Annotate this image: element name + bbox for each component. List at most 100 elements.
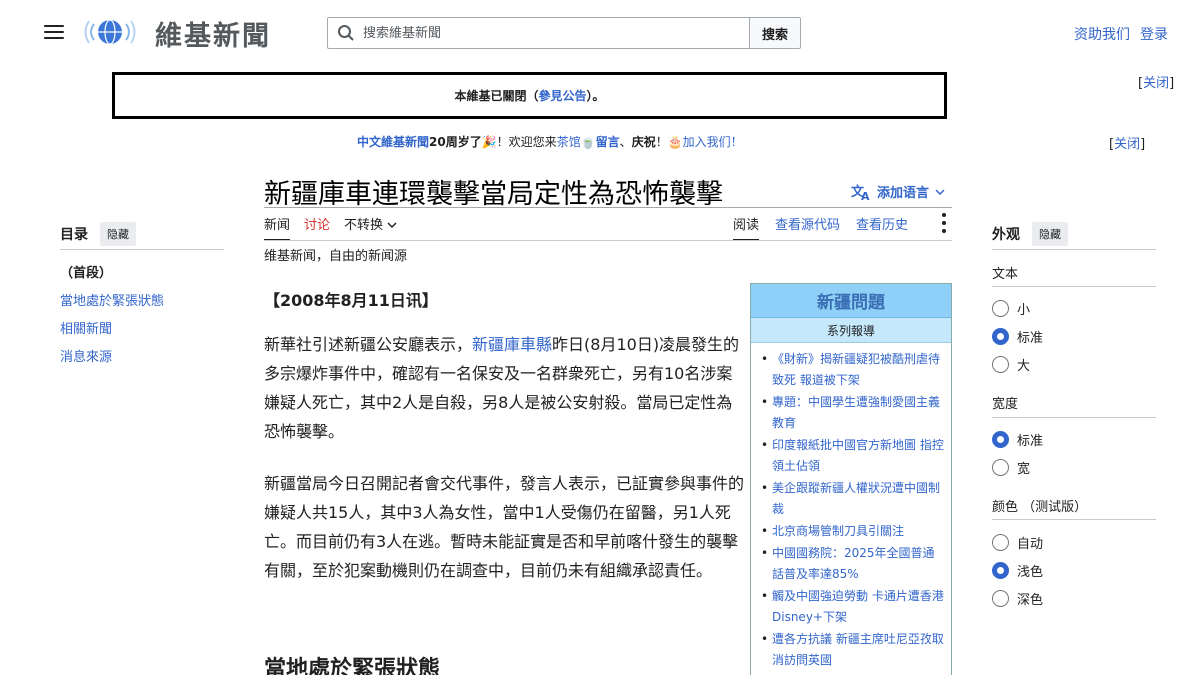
width-divider [992,417,1156,418]
p1-text-a: 新華社引述新疆公安廳表示， [264,335,473,354]
tab-news[interactable]: 新闻 [264,214,291,241]
anniversary-close-link[interactable]: 关闭 [1114,137,1140,152]
radio-icon [992,459,1009,476]
svg-text:A: A [861,190,870,201]
view-tabs: 阅读 查看源代码 查看历史 [733,214,908,241]
radio-icon [992,590,1009,607]
radio-checked-icon [992,431,1009,448]
user-links: 资助我们 登录 [1074,24,1168,44]
more-actions-button[interactable] [940,211,948,237]
text-size-label: 文本 [992,267,1019,282]
infobox-link[interactable]: 遭各方抗議 新疆主席吐尼亞孜取消訪問英國 [772,632,944,667]
hamburger-icon [44,25,64,27]
toc-item-related-news[interactable]: 相關新聞 [60,318,112,337]
anniversary-banner: 中文維基新聞20周岁了🎉！欢迎您来茶馆🍵留言、庆祝！🎂加入我们！ [357,133,743,150]
list-item: 專題：中國學生遭強制愛國主義教育 [759,392,945,434]
chevron-down-icon [387,222,397,229]
page-title: 新疆庫車連環襲擊當局定性為恐怖襲擊 [264,179,723,210]
wikinews-wordmark[interactable]: 維基新聞 [155,14,271,53]
anniv-teahouse-link[interactable]: 茶馆 [557,135,581,149]
add-languages-label: 添加语言 [877,186,930,201]
infobox-link[interactable]: 北京商場管制刀具引關注 [772,524,904,538]
infobox-title[interactable]: 新疆問題 [751,284,951,318]
notice-text-before: 本維基已關閉（ [454,89,539,103]
tab-discussion[interactable]: 讨论 [304,214,330,241]
login-link[interactable]: 登录 [1140,24,1168,44]
anniv-join-link[interactable]: 加入我们！ [683,135,743,149]
toc-divider [60,249,224,250]
search-icon [338,25,354,41]
more-dots-icon [942,213,946,217]
anniv-excl: ！ [655,135,668,149]
tab-view-source[interactable]: 查看源代码 [775,214,840,241]
tabs-divider [264,240,952,241]
wiki-closed-notice: 本維基已關閉（ 參見公告）。 [112,72,947,119]
infobox-list: 《財新》揭新疆疑犯被酷刑虐待致死 報道被下架 專題：中國學生遭強制愛國主義教育 … [751,343,951,671]
list-item: 美企跟蹤新疆人權狀況遭中國制裁 [759,478,945,520]
infobox-title-link[interactable]: 新疆問題 [817,288,885,313]
width-standard-radio[interactable]: 标准 [992,430,1043,449]
infobox-link[interactable]: 美企跟蹤新疆人權狀況遭中國制裁 [772,481,940,516]
infobox-link[interactable]: 觸及中國強迫勞動 卡通片遭香港Disney+下架 [772,589,944,624]
cake-icon: 🎂 [667,135,683,149]
color-label: 颜色 （测试版） [992,500,1088,515]
list-item: 《財新》揭新疆疑犯被酷刑虐待致死 報道被下架 [759,349,945,391]
donate-link[interactable]: 资助我们 [1074,24,1130,44]
radio-label: 大 [1017,359,1031,374]
radio-label: 小 [1017,303,1031,318]
wikinews-logo-icon[interactable] [84,14,136,50]
width-wide-radio[interactable]: 宽 [992,458,1030,477]
appearance-hide-button[interactable]: 隐藏 [1032,222,1068,246]
text-size-small-radio[interactable]: 小 [992,299,1030,318]
radio-icon [992,534,1009,551]
notice-close-link[interactable]: 关闭 [1143,76,1169,91]
radio-checked-icon [992,562,1009,579]
toc-item-sources[interactable]: 消息來源 [60,346,112,365]
search-input[interactable] [363,25,733,41]
infobox-link[interactable]: 《財新》揭新疆疑犯被酷刑虐待致死 報道被下架 [772,352,940,387]
notice-announcement-link[interactable]: 參見公告 [538,87,586,104]
list-item: 北京商場管制刀具引關注 [759,521,945,542]
toc-item-intro[interactable]: （首段） [60,262,112,281]
search-button[interactable]: 搜索 [749,17,801,49]
radio-label: 标准 [1017,434,1044,449]
tab-variant-dropdown[interactable]: 不转换 [344,214,397,241]
infobox-link[interactable]: 印度報紙批中國官方新地圖 指控領土佔領 [772,438,944,473]
infobox-link[interactable]: 中國國務院：2025年全國普通話普及率達85% [772,546,935,581]
text-size-divider [992,286,1156,287]
title-divider [264,207,952,208]
anniversary-close: [关闭] [1109,137,1146,152]
radio-label: 自动 [1017,537,1044,552]
toc-hide-button[interactable]: 隐藏 [100,222,136,246]
anniv-years: 20周岁了 [429,135,482,149]
party-popper-icon: 🎉 [481,135,497,149]
text-size-large-radio[interactable]: 大 [992,355,1030,374]
radio-label: 宽 [1017,462,1031,477]
main-menu-button[interactable] [42,22,66,42]
add-languages-button[interactable]: 文 A 添加语言 [851,182,945,201]
color-dark-radio[interactable]: 深色 [992,589,1043,608]
color-light-radio[interactable]: 浅色 [992,561,1043,580]
infobox-link[interactable]: 專題：中國學生遭強制愛國主義教育 [772,395,940,430]
variant-label: 不转换 [344,218,384,233]
anniv-welcome: ！欢迎您来 [496,135,557,149]
color-divider [992,519,1156,520]
series-infobox: 新疆問題 系列報導 《財新》揭新疆疑犯被酷刑虐待致死 報道被下架 專題：中國學生… [750,283,952,675]
toc-item-tension[interactable]: 當地處於緊張狀態 [60,290,164,309]
kuqa-county-link[interactable]: 新疆庫車縣 [472,335,552,354]
text-size-standard-radio[interactable]: 标准 [992,327,1043,346]
list-item: 印度報紙批中國官方新地圖 指控領土佔領 [759,435,945,477]
anniv-comment-link[interactable]: 留言 [596,135,620,149]
radio-icon [992,356,1009,373]
tab-read[interactable]: 阅读 [733,214,760,241]
tab-view-history[interactable]: 查看历史 [856,214,908,241]
color-auto-radio[interactable]: 自动 [992,533,1043,552]
namespace-tabs: 新闻 讨论 不转换 [264,214,397,241]
appearance-header: 外观 隐藏 [992,222,1068,246]
search-box[interactable] [327,17,750,49]
anniv-wikinews-link[interactable]: 中文維基新聞 [357,135,429,149]
radio-label: 标准 [1017,331,1044,346]
radio-checked-icon [992,328,1009,345]
list-item: 遭各方抗議 新疆主席吐尼亞孜取消訪問英國 [759,629,945,671]
radio-label: 浅色 [1017,565,1044,580]
